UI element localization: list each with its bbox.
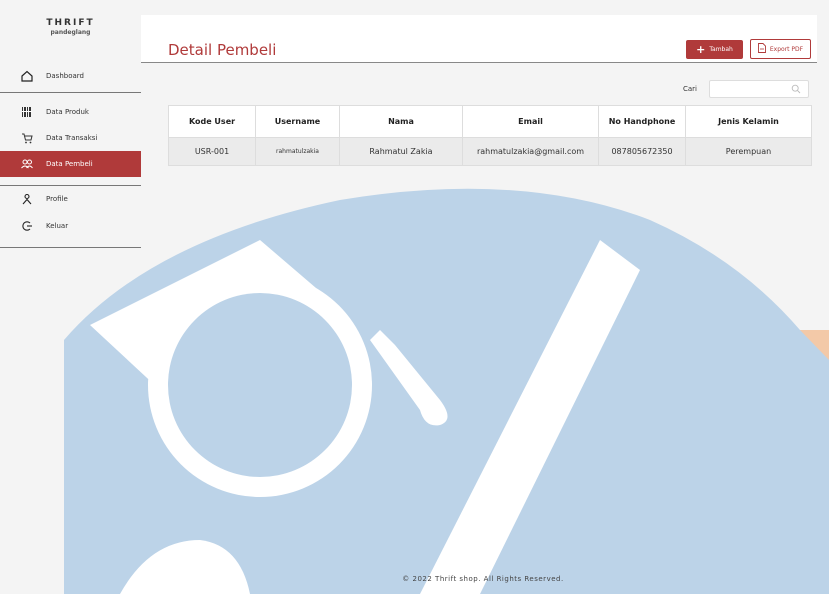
buyers-table: Kode User Username Nama Email No Handpho… — [168, 105, 812, 166]
page-title: Detail Pembeli — [168, 41, 277, 59]
brand-title: THRIFT — [46, 18, 95, 28]
column-header: Kode User — [168, 105, 256, 138]
table-cell: rahmatulzakia — [255, 137, 340, 166]
column-header: Username — [255, 105, 340, 138]
sidebar-item-dashboard[interactable]: Dashboard — [0, 63, 141, 89]
main-content: Detail Pembeli + Tambah Export PDF Cari … — [141, 9, 825, 585]
search-label: Cari — [683, 85, 697, 93]
column-header: Email — [462, 105, 599, 138]
home-icon — [20, 69, 34, 83]
sidebar-item-data-transaksi[interactable]: Data Transaksi — [0, 125, 141, 151]
table-row[interactable]: USR-001 rahmatulzakia Rahmatul Zakia rah… — [168, 137, 812, 166]
table-cell: Perempuan — [685, 137, 812, 166]
export-button-label: Export PDF — [769, 45, 804, 53]
sidebar-item-profile[interactable]: Profile — [0, 186, 141, 212]
page-header: Detail Pembeli + Tambah Export PDF — [141, 15, 817, 63]
user-icon — [20, 192, 34, 206]
add-button[interactable]: + Tambah — [686, 40, 743, 59]
sidebar-item-label: Data Transaksi — [46, 134, 98, 142]
export-pdf-button[interactable]: Export PDF — [750, 39, 811, 59]
table-cell: rahmatulzakia@gmail.com — [462, 137, 599, 166]
sidebar-item-data-pembeli[interactable]: Data Pembeli — [0, 151, 141, 177]
sidebar-item-label: Data Produk — [46, 108, 89, 116]
table-cell: USR-001 — [168, 137, 256, 166]
sidebar-item-label: Data Pembeli — [46, 160, 93, 168]
brand-logo[interactable]: THRIFT pandeglang — [0, 18, 141, 36]
column-header: Nama — [339, 105, 463, 138]
sidebar-item-label: Profile — [46, 195, 68, 203]
table-cell: Rahmatul Zakia — [339, 137, 463, 166]
brand-subtitle: pandeglang — [50, 29, 91, 36]
logout-icon — [20, 219, 34, 233]
pdf-icon — [757, 43, 766, 55]
table-header-row: Kode User Username Nama Email No Handpho… — [168, 105, 812, 138]
sidebar-divider — [0, 92, 141, 93]
cart-icon — [20, 131, 34, 145]
sidebar-item-label: Dashboard — [46, 72, 84, 80]
add-button-label: Tambah — [709, 46, 733, 53]
sidebar: THRIFT pandeglang Dashboard Data Produk … — [0, 0, 141, 594]
plus-icon: + — [696, 43, 706, 56]
column-header: Jenis Kelamin — [685, 105, 812, 138]
footer-copyright: © 2022 Thrift shop. All Rights Reserved. — [402, 575, 564, 583]
barcode-icon — [20, 105, 34, 119]
search-icon — [791, 84, 801, 94]
column-header: No Handphone — [598, 105, 686, 138]
sidebar-item-label: Keluar — [46, 222, 69, 230]
sidebar-item-keluar[interactable]: Keluar — [0, 213, 141, 239]
table-cell: 087805672350 — [598, 137, 686, 166]
sidebar-item-data-produk[interactable]: Data Produk — [0, 99, 141, 125]
users-icon — [20, 157, 34, 171]
sidebar-divider — [0, 247, 141, 248]
